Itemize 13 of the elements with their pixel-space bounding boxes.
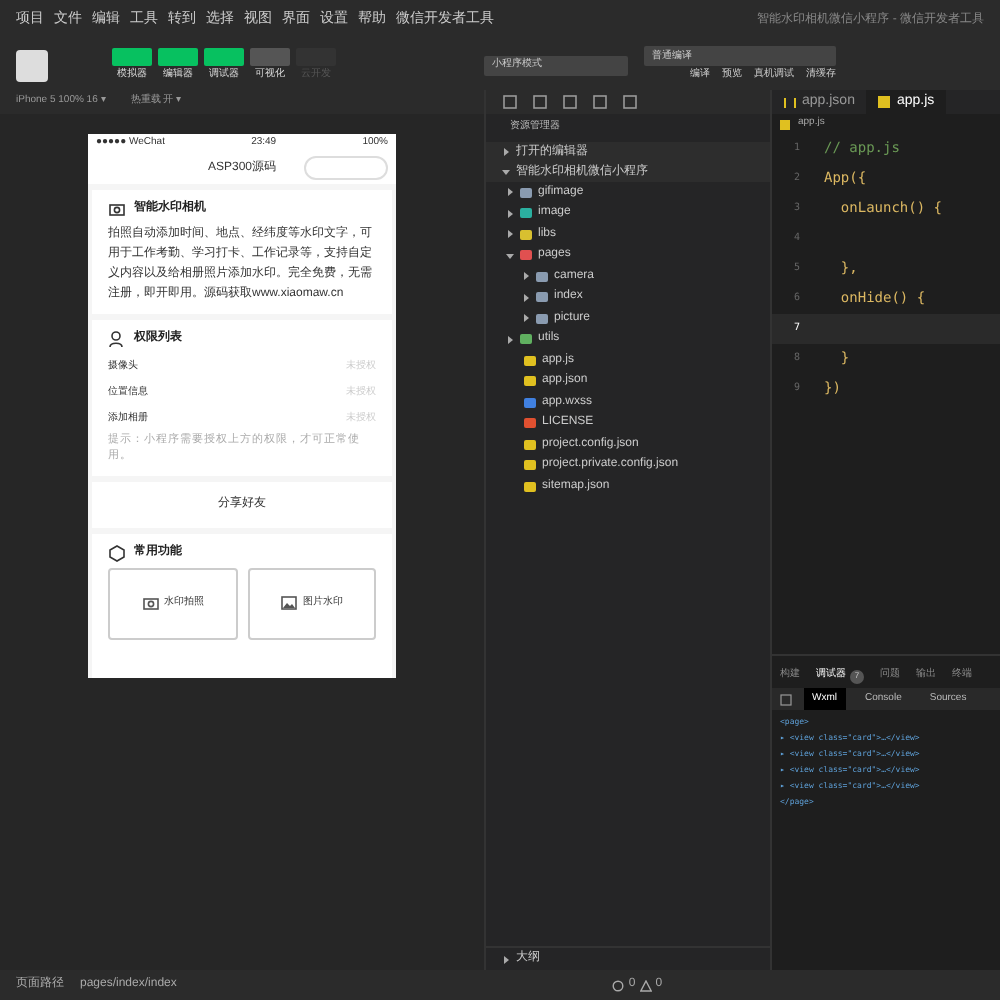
- file-icon: [878, 96, 891, 108]
- file-icon: [780, 119, 790, 129]
- caret-icon: [502, 955, 510, 963]
- image-icon: [280, 594, 299, 612]
- camera-icon: [141, 594, 160, 612]
- caret-icon: [502, 168, 510, 176]
- error-icon: [612, 979, 625, 991]
- avatar-icon: [16, 49, 48, 81]
- person-icon: [108, 330, 126, 348]
- caret-icon: [502, 148, 510, 156]
- camera-icon: [108, 200, 126, 218]
- cube-icon: [108, 543, 126, 561]
- warning-icon: [639, 979, 652, 991]
